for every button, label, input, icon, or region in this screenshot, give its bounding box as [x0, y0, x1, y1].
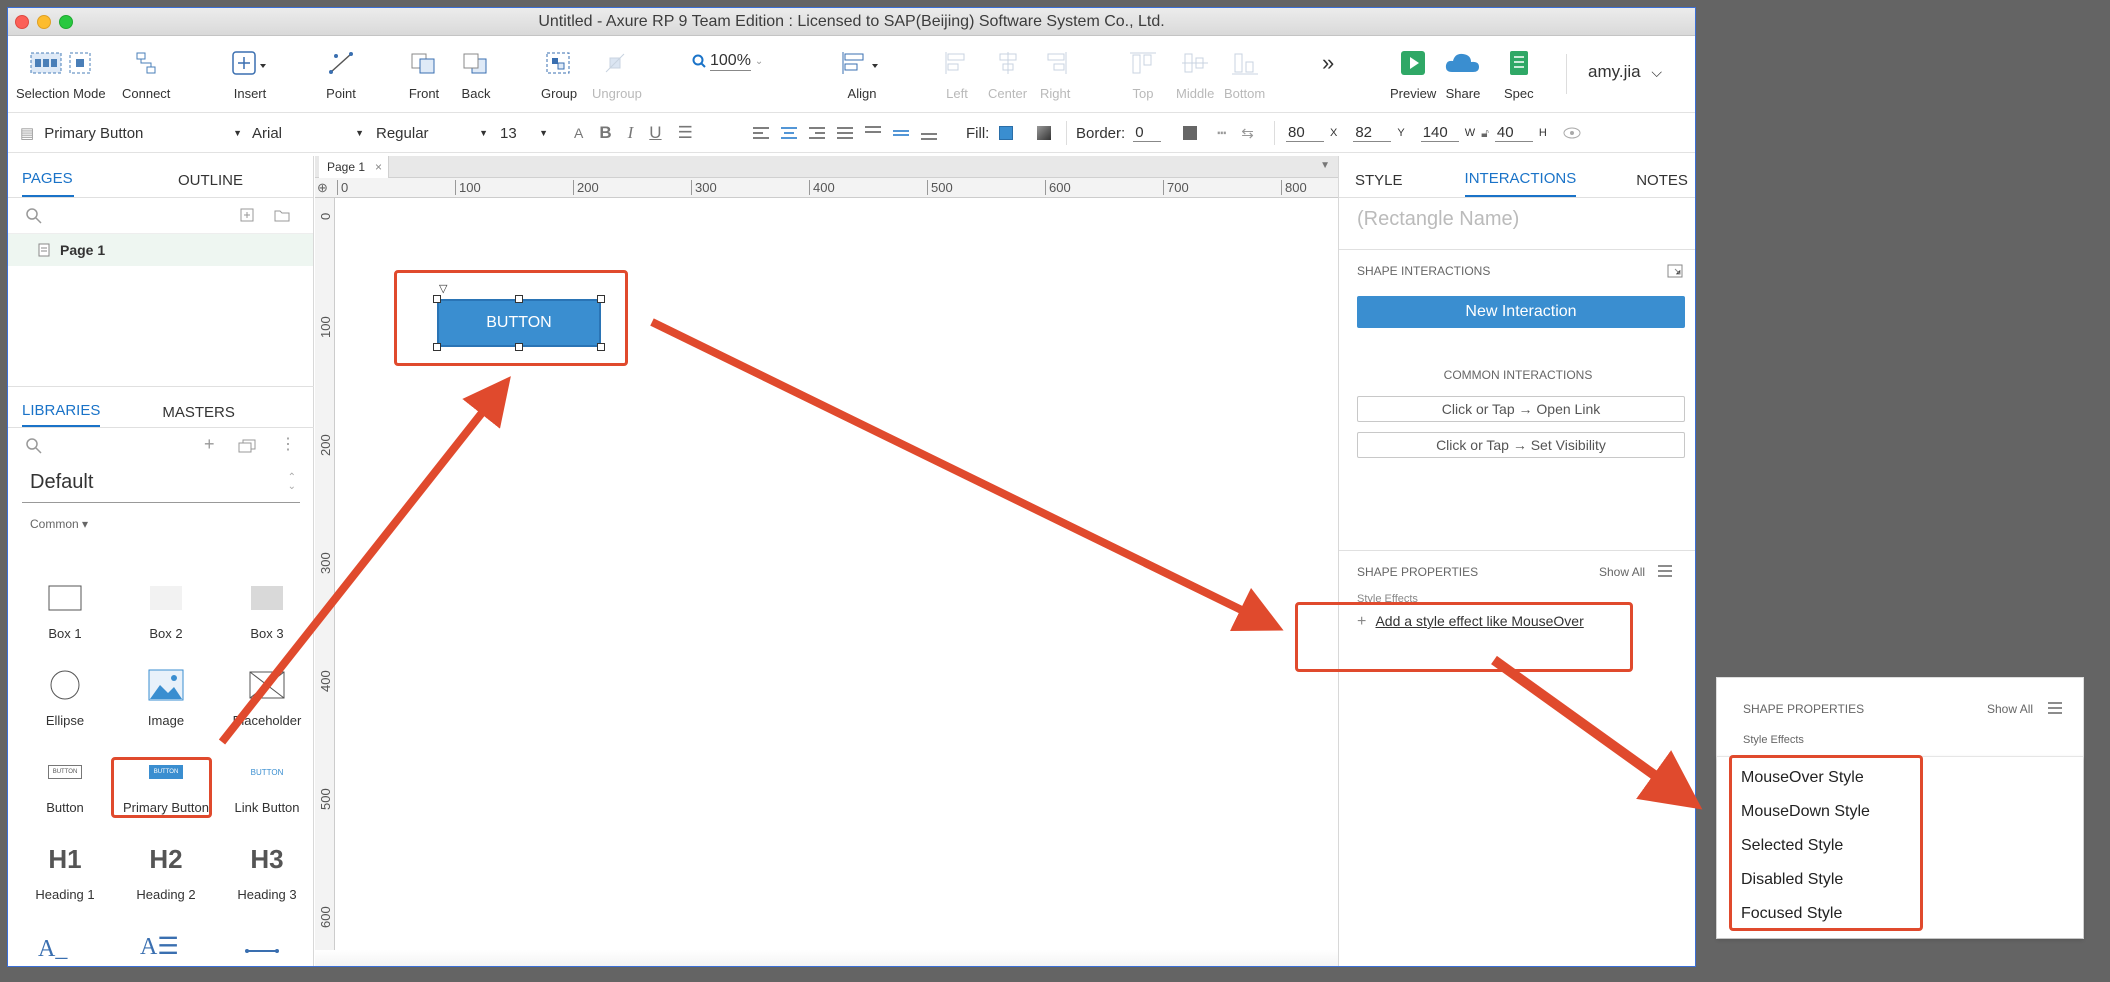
annotation-highlight-style-menu	[1729, 755, 1923, 931]
callout-shape-properties-title: SHAPE PROPERTIES	[1743, 702, 1865, 716]
arrow-to-zoom-callout	[1491, 655, 1703, 810]
callout-show-all-link[interactable]: Show All	[1987, 702, 2033, 716]
style-effects-callout: SHAPE PROPERTIES Show All Style Effects …	[1716, 677, 2084, 939]
arrow-canvas-to-style-effects	[650, 318, 1284, 632]
arrow-library-to-canvas	[218, 376, 511, 745]
callout-style-effects-label: Style Effects	[1743, 734, 1804, 746]
hamburger-menu-icon[interactable]	[2047, 702, 2063, 714]
